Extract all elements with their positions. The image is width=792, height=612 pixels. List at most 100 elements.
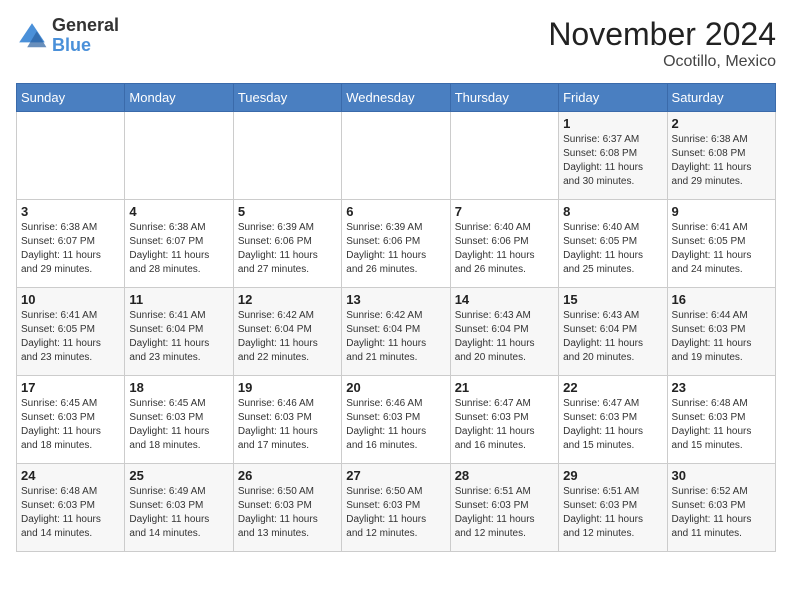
day-number: 9 [672, 204, 771, 219]
day-info: Sunrise: 6:41 AM Sunset: 6:05 PM Dayligh… [21, 309, 120, 365]
calendar-week-5: 24 Sunrise: 6:48 AM Sunset: 6:03 PM Dayli… [17, 464, 776, 552]
calendar-cell: 18Sunrise: 6:45 AM Sunset: 6:03 PM Dayli… [125, 376, 233, 464]
calendar-cell: 6 Sunrise: 6:39 AM Sunset: 6:06 PM Daylig… [342, 200, 450, 288]
calendar-cell: 20Sunrise: 6:46 AM Sunset: 6:03 PM Dayli… [342, 376, 450, 464]
day-number: 7 [455, 204, 554, 219]
logo: General Blue [16, 16, 119, 56]
calendar-cell: 4 Sunrise: 6:38 AM Sunset: 6:07 PM Daylig… [125, 200, 233, 288]
day-info: Sunrise: 6:49 AM Sunset: 6:03 PM Dayligh… [129, 485, 228, 541]
day-number: 26 [238, 468, 337, 483]
day-number: 1 [563, 116, 662, 131]
day-info: Sunrise: 6:45 AM Sunset: 6:03 PM Dayligh… [129, 397, 228, 453]
calendar-table: SundayMondayTuesdayWednesdayThursdayFrid… [16, 83, 776, 552]
day-number: 4 [129, 204, 228, 219]
day-number: 14 [455, 292, 554, 307]
location: Ocotillo, Mexico [548, 53, 776, 71]
day-number: 28 [455, 468, 554, 483]
calendar-cell: 22 Sunrise: 6:47 AM Sunset: 6:03 PM Dayli… [559, 376, 667, 464]
day-info: Sunrise: 6:38 AM Sunset: 6:07 PM Dayligh… [129, 221, 228, 277]
day-info: Sunrise: 6:52 AM Sunset: 6:03 PM Dayligh… [672, 485, 771, 541]
calendar-cell: 16 Sunrise: 6:44 AM Sunset: 6:03 PM Dayli… [667, 288, 775, 376]
day-info: Sunrise: 6:48 AM Sunset: 6:03 PM Dayligh… [672, 397, 771, 453]
day-info: Sunrise: 6:41 AM Sunset: 6:04 PM Dayligh… [129, 309, 228, 365]
day-info: Sunrise: 6:51 AM Sunset: 6:03 PM Dayligh… [455, 485, 554, 541]
logo-icon [16, 20, 48, 52]
title-block: November 2024 Ocotillo, Mexico [548, 16, 776, 71]
calendar-cell: 11Sunrise: 6:41 AM Sunset: 6:04 PM Dayli… [125, 288, 233, 376]
day-info: Sunrise: 6:42 AM Sunset: 6:04 PM Dayligh… [346, 309, 445, 365]
day-number: 15 [563, 292, 662, 307]
day-info: Sunrise: 6:37 AM Sunset: 6:08 PM Dayligh… [563, 133, 662, 189]
calendar-header: SundayMondayTuesdayWednesdayThursdayFrid… [17, 84, 776, 112]
day-info: Sunrise: 6:51 AM Sunset: 6:03 PM Dayligh… [563, 485, 662, 541]
day-number: 29 [563, 468, 662, 483]
day-info: Sunrise: 6:40 AM Sunset: 6:06 PM Dayligh… [455, 221, 554, 277]
calendar-cell: 1 Sunrise: 6:37 AM Sunset: 6:08 PM Daylig… [559, 112, 667, 200]
day-number: 16 [672, 292, 771, 307]
calendar-cell: 30 Sunrise: 6:52 AM Sunset: 6:03 PM Dayli… [667, 464, 775, 552]
day-info: Sunrise: 6:44 AM Sunset: 6:03 PM Dayligh… [672, 309, 771, 365]
calendar-cell: 13 Sunrise: 6:42 AM Sunset: 6:04 PM Dayli… [342, 288, 450, 376]
day-number: 30 [672, 468, 771, 483]
calendar-week-1: 1 Sunrise: 6:37 AM Sunset: 6:08 PM Daylig… [17, 112, 776, 200]
day-info: Sunrise: 6:41 AM Sunset: 6:05 PM Dayligh… [672, 221, 771, 277]
day-number: 12 [238, 292, 337, 307]
calendar-cell: 3 Sunrise: 6:38 AM Sunset: 6:07 PM Daylig… [17, 200, 125, 288]
weekday-header-tuesday: Tuesday [233, 84, 341, 112]
calendar-cell: 27 Sunrise: 6:50 AM Sunset: 6:03 PM Dayli… [342, 464, 450, 552]
day-number: 22 [563, 380, 662, 395]
day-info: Sunrise: 6:45 AM Sunset: 6:03 PM Dayligh… [21, 397, 120, 453]
day-info: Sunrise: 6:39 AM Sunset: 6:06 PM Dayligh… [238, 221, 337, 277]
day-info: Sunrise: 6:38 AM Sunset: 6:07 PM Dayligh… [21, 221, 120, 277]
day-info: Sunrise: 6:43 AM Sunset: 6:04 PM Dayligh… [455, 309, 554, 365]
calendar-cell [17, 112, 125, 200]
day-info: Sunrise: 6:38 AM Sunset: 6:08 PM Dayligh… [672, 133, 771, 189]
day-number: 21 [455, 380, 554, 395]
calendar-cell: 7 Sunrise: 6:40 AM Sunset: 6:06 PM Daylig… [450, 200, 558, 288]
day-number: 6 [346, 204, 445, 219]
day-number: 24 [21, 468, 120, 483]
calendar-cell: 8Sunrise: 6:40 AM Sunset: 6:05 PM Daylig… [559, 200, 667, 288]
calendar-cell [342, 112, 450, 200]
logo-blue-text: Blue [52, 35, 91, 55]
day-info: Sunrise: 6:48 AM Sunset: 6:03 PM Dayligh… [21, 485, 120, 541]
day-info: Sunrise: 6:47 AM Sunset: 6:03 PM Dayligh… [455, 397, 554, 453]
calendar-cell: 5Sunrise: 6:39 AM Sunset: 6:06 PM Daylig… [233, 200, 341, 288]
calendar-cell: 29 Sunrise: 6:51 AM Sunset: 6:03 PM Dayli… [559, 464, 667, 552]
day-info: Sunrise: 6:50 AM Sunset: 6:03 PM Dayligh… [238, 485, 337, 541]
day-info: Sunrise: 6:40 AM Sunset: 6:05 PM Dayligh… [563, 221, 662, 277]
calendar-cell [233, 112, 341, 200]
weekday-header-thursday: Thursday [450, 84, 558, 112]
day-number: 2 [672, 116, 771, 131]
calendar-cell: 26 Sunrise: 6:50 AM Sunset: 6:03 PM Dayli… [233, 464, 341, 552]
day-number: 17 [21, 380, 120, 395]
calendar-cell: 23 Sunrise: 6:48 AM Sunset: 6:03 PM Dayli… [667, 376, 775, 464]
day-number: 13 [346, 292, 445, 307]
page-header: General Blue November 2024 Ocotillo, Mex… [16, 16, 776, 71]
day-info: Sunrise: 6:50 AM Sunset: 6:03 PM Dayligh… [346, 485, 445, 541]
weekday-header-monday: Monday [125, 84, 233, 112]
calendar-week-4: 17 Sunrise: 6:45 AM Sunset: 6:03 PM Dayli… [17, 376, 776, 464]
calendar-cell: 14 Sunrise: 6:43 AM Sunset: 6:04 PM Dayli… [450, 288, 558, 376]
calendar-cell: 9 Sunrise: 6:41 AM Sunset: 6:05 PM Daylig… [667, 200, 775, 288]
calendar-week-3: 10 Sunrise: 6:41 AM Sunset: 6:05 PM Dayli… [17, 288, 776, 376]
calendar-cell: 19Sunrise: 6:46 AM Sunset: 6:03 PM Dayli… [233, 376, 341, 464]
day-number: 25 [129, 468, 228, 483]
day-info: Sunrise: 6:43 AM Sunset: 6:04 PM Dayligh… [563, 309, 662, 365]
weekday-header-sunday: Sunday [17, 84, 125, 112]
calendar-cell: 21 Sunrise: 6:47 AM Sunset: 6:03 PM Dayli… [450, 376, 558, 464]
day-number: 23 [672, 380, 771, 395]
day-info: Sunrise: 6:46 AM Sunset: 6:03 PM Dayligh… [238, 397, 337, 453]
day-number: 10 [21, 292, 120, 307]
day-info: Sunrise: 6:47 AM Sunset: 6:03 PM Dayligh… [563, 397, 662, 453]
calendar-body: 1 Sunrise: 6:37 AM Sunset: 6:08 PM Daylig… [17, 112, 776, 552]
weekday-header-wednesday: Wednesday [342, 84, 450, 112]
day-info: Sunrise: 6:39 AM Sunset: 6:06 PM Dayligh… [346, 221, 445, 277]
day-number: 27 [346, 468, 445, 483]
day-number: 3 [21, 204, 120, 219]
day-info: Sunrise: 6:42 AM Sunset: 6:04 PM Dayligh… [238, 309, 337, 365]
weekday-header-row: SundayMondayTuesdayWednesdayThursdayFrid… [17, 84, 776, 112]
calendar-cell: 12 Sunrise: 6:42 AM Sunset: 6:04 PM Dayli… [233, 288, 341, 376]
day-number: 20 [346, 380, 445, 395]
calendar-cell [125, 112, 233, 200]
